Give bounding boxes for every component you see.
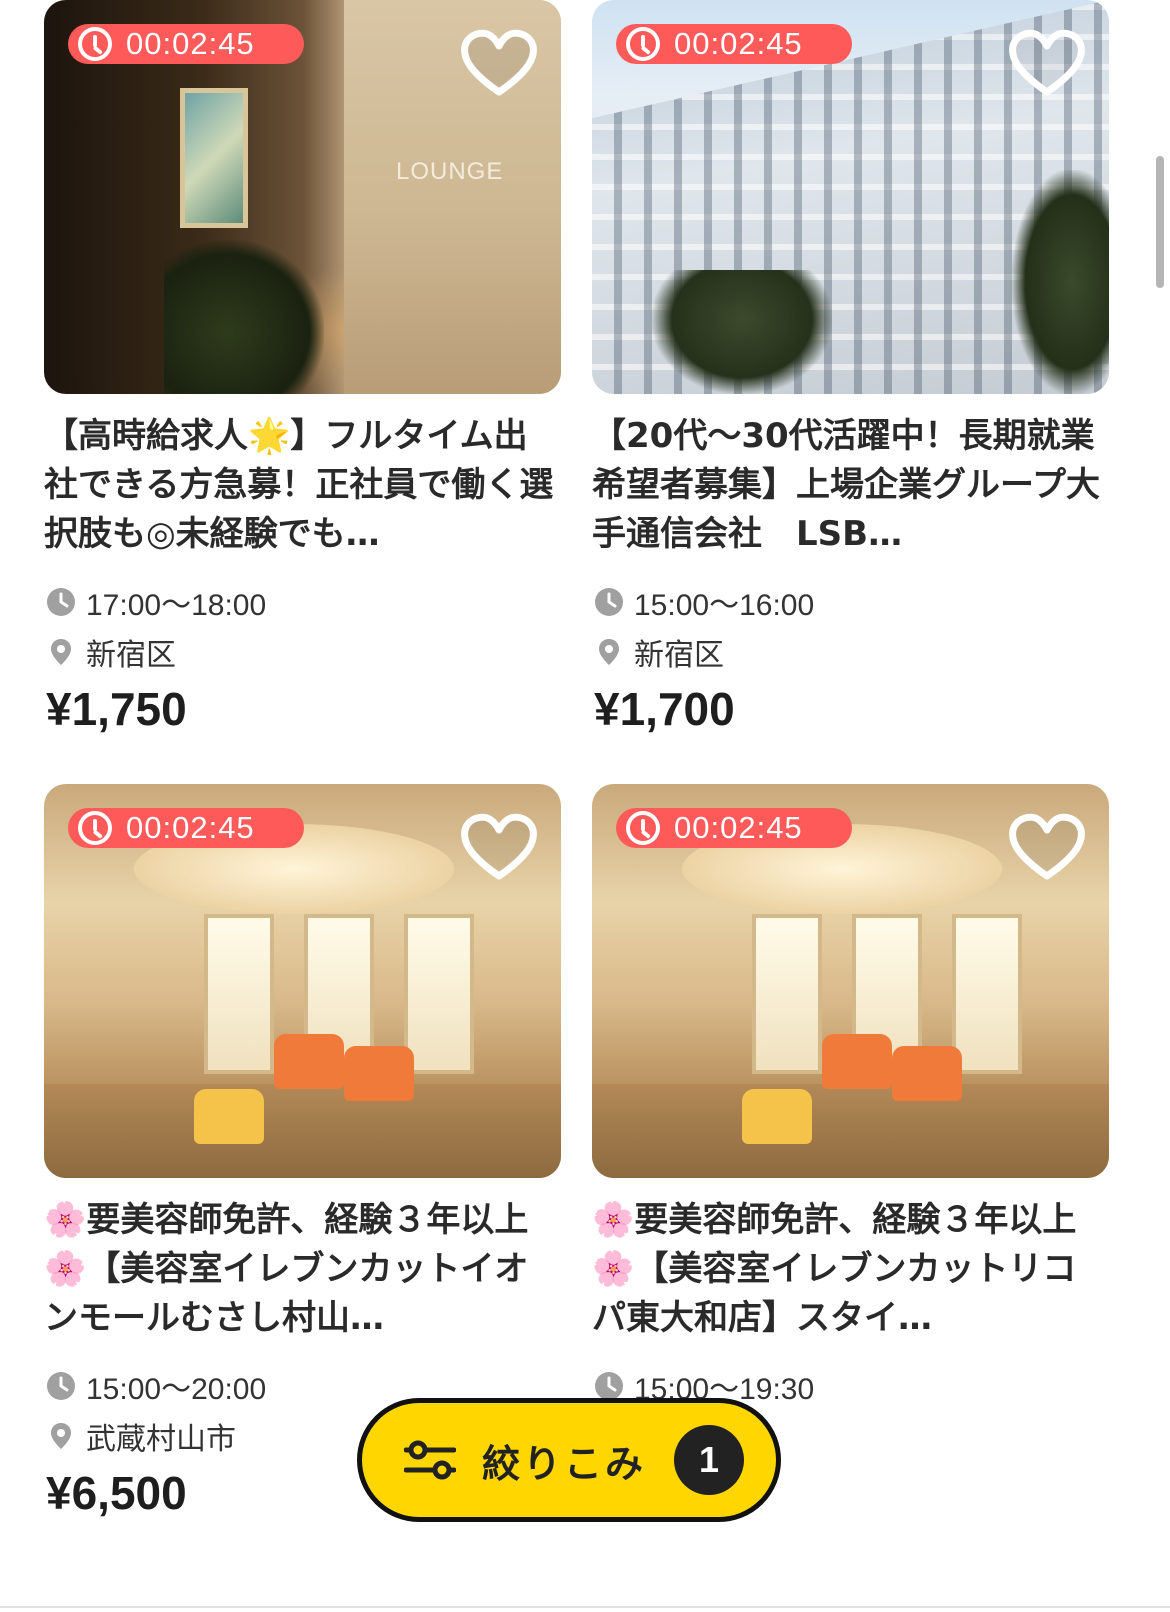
favorite-heart-icon[interactable] xyxy=(1007,28,1087,98)
image-mirror xyxy=(952,914,1022,1074)
job-location: 新宿区 xyxy=(46,630,176,674)
image-chair xyxy=(344,1046,414,1101)
job-time-text: 15:00〜20:00 xyxy=(86,1373,267,1406)
job-price: ¥6,500 xyxy=(46,1467,187,1519)
image-frame xyxy=(180,88,248,228)
filter-sliders-icon xyxy=(404,1440,456,1480)
image-mirror xyxy=(404,914,474,1074)
countdown-badge: 00:02:45 xyxy=(68,24,304,64)
image-trees xyxy=(1012,170,1109,394)
image-mirror xyxy=(752,914,822,1074)
job-time-text: 17:00〜18:00 xyxy=(86,589,267,622)
clock-icon xyxy=(78,811,112,845)
scrollbar[interactable] xyxy=(1156,156,1164,288)
image-chair xyxy=(194,1089,264,1144)
countdown-badge: 00:02:45 xyxy=(616,808,852,848)
countdown-text: 00:02:45 xyxy=(126,810,255,845)
job-image[interactable]: LOUNGE 00:02:45 xyxy=(44,0,561,394)
location-pin-icon xyxy=(51,639,71,665)
job-location-text: 新宿区 xyxy=(86,639,176,672)
job-time: 17:00〜18:00 xyxy=(46,580,266,624)
image-plant xyxy=(164,240,324,394)
job-time: 15:00〜20:00 xyxy=(46,1364,266,1408)
clock-icon xyxy=(78,27,112,61)
clock-icon xyxy=(595,588,623,616)
location-pin-icon xyxy=(599,639,619,665)
job-location: 新宿区 xyxy=(594,630,724,674)
job-title: 🌸要美容師免許、経験３年以上🌸【美容室イレブンカットリコパ東大和店】スタイ… xyxy=(592,1200,1077,1338)
job-image[interactable]: 00:02:45 xyxy=(44,784,561,1178)
job-price: ¥1,700 xyxy=(594,683,735,735)
job-location-text: 新宿区 xyxy=(634,639,724,672)
filter-count-badge: 1 xyxy=(674,1425,745,1495)
filter-label: 絞りこみ xyxy=(482,1441,647,1486)
job-image[interactable]: 00:02:45 xyxy=(592,0,1109,394)
countdown-badge: 00:02:45 xyxy=(616,24,852,64)
image-floor xyxy=(592,1084,1109,1178)
job-title: 🌸要美容師免許、経験３年以上🌸【美容室イレブンカットイオンモールむさし村山… xyxy=(44,1200,529,1338)
favorite-heart-icon[interactable] xyxy=(459,28,539,98)
image-trees xyxy=(652,270,832,394)
image-chair xyxy=(822,1034,892,1089)
favorite-heart-icon[interactable] xyxy=(459,812,539,882)
job-price: ¥1,750 xyxy=(46,683,187,735)
image-mirror xyxy=(204,914,274,1074)
image-floor xyxy=(44,1084,561,1178)
countdown-text: 00:02:45 xyxy=(674,26,803,61)
clock-icon xyxy=(595,1372,623,1400)
job-time-text: 15:00〜16:00 xyxy=(634,589,815,622)
job-image[interactable]: 00:02:45 xyxy=(592,784,1109,1178)
favorite-heart-icon[interactable] xyxy=(1007,812,1087,882)
job-title: 【高時給求人🌟】フルタイム出社できる方急募！正社員で働く選択肢も◎未経験でも… xyxy=(44,416,554,554)
clock-icon xyxy=(626,811,660,845)
image-chair xyxy=(892,1046,962,1101)
countdown-text: 00:02:45 xyxy=(674,810,803,845)
job-grid: LOUNGE 00:02:45 【高時給求人🌟】フルタイム出社できる方急募！正社… xyxy=(0,0,1170,1612)
clock-icon xyxy=(47,588,75,616)
job-location: 武蔵村山市 xyxy=(46,1414,236,1458)
image-chair xyxy=(274,1034,344,1089)
countdown-badge: 00:02:45 xyxy=(68,808,304,848)
filter-button[interactable]: 絞りこみ 1 xyxy=(357,1398,781,1522)
clock-icon xyxy=(47,1372,75,1400)
location-pin-icon xyxy=(51,1423,71,1449)
image-sign-text: LOUNGE xyxy=(396,158,504,185)
divider xyxy=(0,1606,1170,1608)
clock-icon xyxy=(626,27,660,61)
job-location-text: 武蔵村山市 xyxy=(86,1423,236,1456)
image-chair xyxy=(742,1089,812,1144)
job-time: 15:00〜16:00 xyxy=(594,580,814,624)
job-title: 【20代〜30代活躍中！長期就業希望者募集】上場企業グループ大手通信会社 LSB… xyxy=(592,416,1100,554)
countdown-text: 00:02:45 xyxy=(126,26,255,61)
